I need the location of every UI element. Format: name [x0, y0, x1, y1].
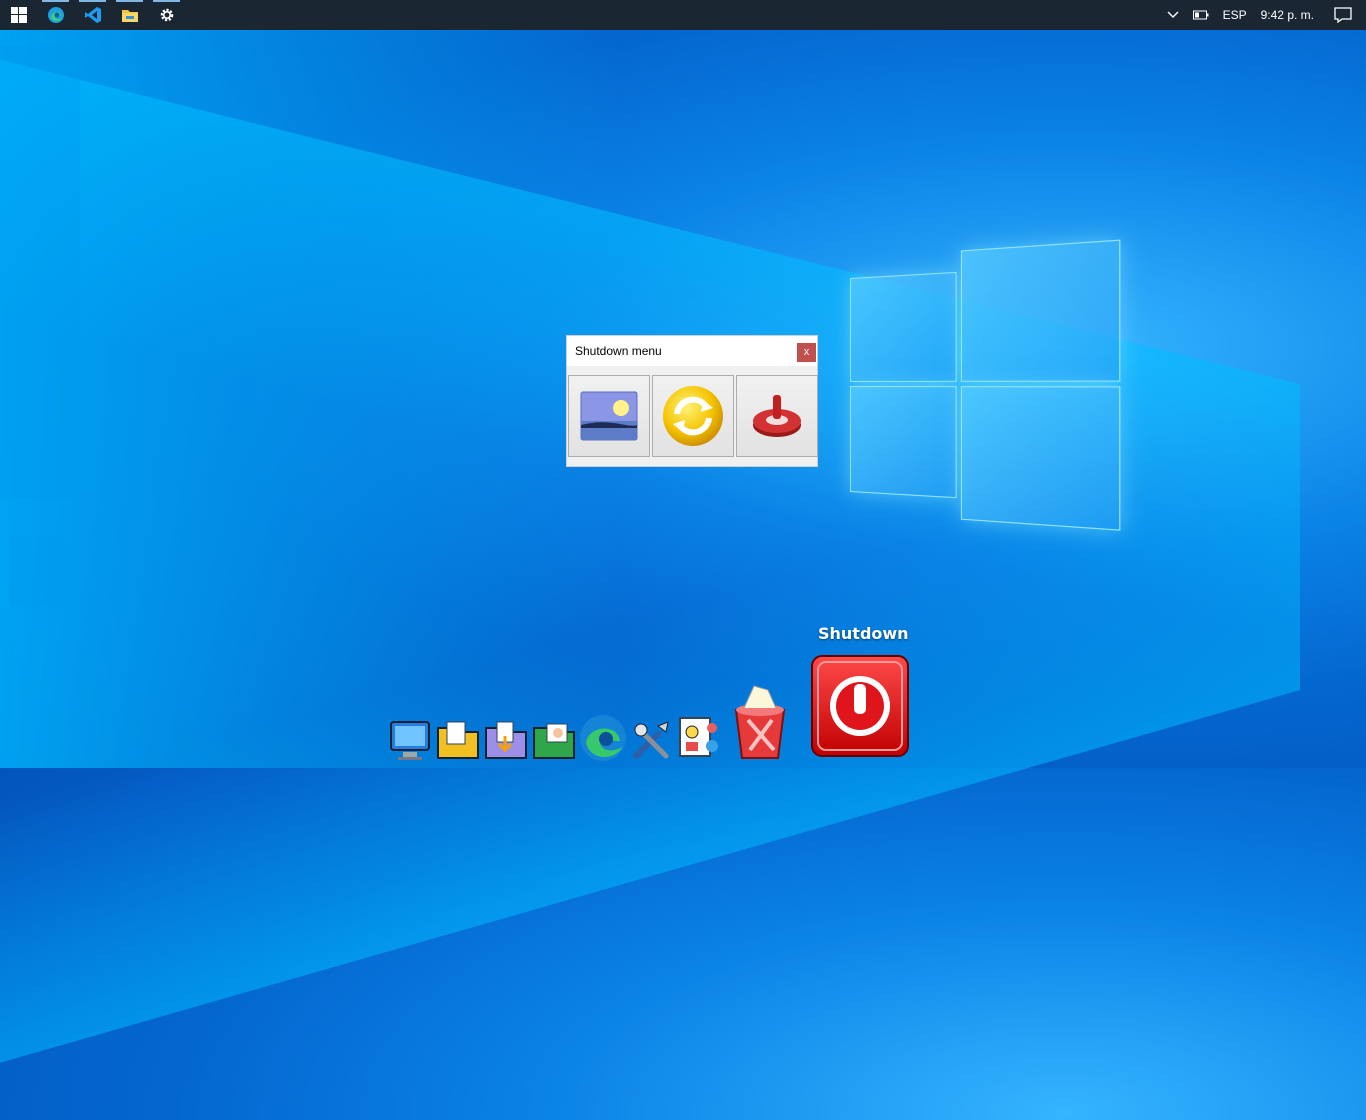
windows-start-icon — [10, 7, 27, 23]
edge-icon — [580, 715, 626, 761]
power-off-button[interactable] — [736, 375, 818, 457]
dock-item-pictures[interactable] — [531, 716, 577, 767]
battery-icon[interactable] — [1192, 10, 1209, 20]
restart-button[interactable] — [652, 375, 734, 457]
dock-item-downloads[interactable] — [483, 716, 529, 767]
dock-item-computer[interactable] — [388, 716, 434, 767]
taskbar-vscode[interactable] — [74, 0, 111, 30]
monitor-icon — [390, 721, 430, 760]
folder-documents-icon — [437, 721, 479, 759]
power-button-icon — [811, 655, 909, 757]
power-switch-icon — [753, 395, 801, 437]
close-button[interactable]: x — [797, 343, 816, 362]
gear-icon — [160, 8, 173, 22]
window-title: Shutdown menu — [575, 344, 662, 358]
refresh-arrows-icon — [663, 386, 723, 446]
edge-icon — [47, 7, 64, 23]
dock-item-edge[interactable] — [578, 713, 628, 768]
desktop-shadow-tile — [10, 536, 65, 606]
recycle-bin-full-icon — [734, 685, 786, 759]
dock-hover-label: Shutdown — [818, 624, 909, 643]
desktop-light-glow — [0, 30, 620, 768]
system-tray: ESP 9:42 p. m. — [1167, 0, 1366, 30]
clock[interactable]: 9:42 p. m. — [1261, 8, 1314, 22]
dock-item-shutdown[interactable] — [810, 654, 910, 765]
control-panel-icon — [679, 717, 718, 757]
folder-downloads-icon — [485, 721, 527, 759]
desktop-shadow-panel — [0, 45, 80, 500]
windows-wallpaper-logo — [850, 239, 1121, 531]
dock-item-documents[interactable] — [435, 716, 481, 767]
notification-icon[interactable] — [1334, 7, 1352, 23]
dock-item-tools[interactable] — [628, 716, 674, 767]
dock-item-control-panel[interactable] — [676, 714, 722, 765]
tools-icon — [633, 721, 669, 759]
taskbar-file-explorer[interactable] — [111, 0, 148, 30]
folder-icon — [121, 10, 138, 22]
taskbar-settings[interactable] — [148, 0, 185, 30]
chevron-up-icon[interactable] — [1167, 11, 1179, 19]
vscode-icon — [84, 7, 101, 23]
lock-screen-button[interactable] — [568, 375, 650, 457]
landscape-picture-icon — [580, 391, 638, 441]
shutdown-menu-window: Shutdown menu x — [566, 335, 818, 467]
taskbar: ESP 9:42 p. m. — [0, 0, 1366, 30]
folder-pictures-icon — [533, 723, 575, 759]
language-indicator[interactable]: ESP — [1223, 8, 1247, 22]
dialog-body — [567, 366, 818, 466]
dock-item-recycle-bin[interactable] — [724, 680, 796, 767]
start-button[interactable] — [0, 0, 37, 30]
taskbar-edge[interactable] — [37, 0, 74, 30]
